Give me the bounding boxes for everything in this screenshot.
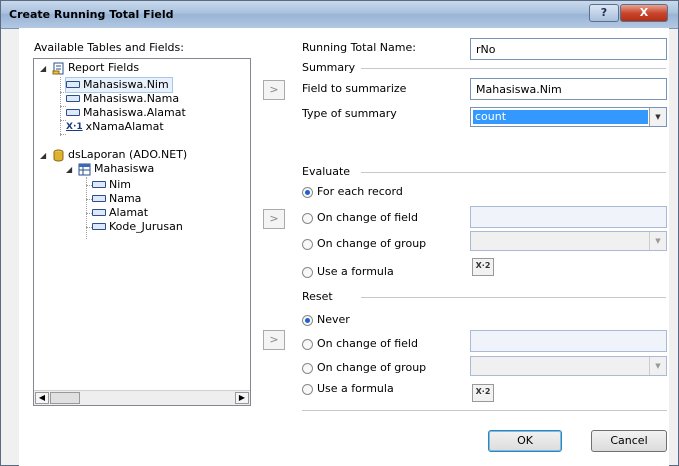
- help-button[interactable]: ?: [589, 4, 619, 22]
- running-total-dialog: Create Running Total Field ? X Available…: [0, 0, 679, 466]
- reset-never-radio[interactable]: [302, 315, 313, 326]
- tree-item-mahasiswa-nama[interactable]: Mahasiswa.Nama: [66, 92, 179, 106]
- reset-change-of-field-label: On change of field: [317, 337, 418, 350]
- tree-node-label: Report Fields: [68, 61, 140, 74]
- tree-node-label: Mahasiswa: [94, 162, 155, 175]
- chevron-down-icon[interactable]: ▼: [649, 108, 666, 126]
- ok-button[interactable]: OK: [488, 430, 562, 452]
- evaluate-for-each-record-label: For each record: [317, 185, 403, 198]
- tree-item-xnamaalamat[interactable]: X·1 xNamaAlamat: [66, 120, 164, 134]
- field-icon: [92, 222, 106, 230]
- tree-item-label: Alamat: [109, 206, 149, 219]
- reset-formula-icon[interactable]: X·2: [472, 384, 494, 402]
- tree-node-label: dsLaporan (ADO.NET): [68, 148, 188, 161]
- field-icon: [92, 194, 106, 202]
- tree-item-label: Nama: [109, 192, 142, 205]
- type-of-summary-value: count: [473, 110, 648, 124]
- cancel-button[interactable]: Cancel: [591, 430, 667, 452]
- add-reset-field-button[interactable]: >: [263, 330, 285, 350]
- tree-item-mahasiswa-nim[interactable]: Mahasiswa.Nim: [65, 77, 173, 93]
- database-icon: [53, 149, 64, 161]
- field-icon: [92, 208, 106, 216]
- close-button[interactable]: X: [620, 4, 668, 22]
- summary-divider: [361, 68, 666, 69]
- collapse-arrow-icon[interactable]: ◢: [40, 64, 46, 73]
- tree-item-label: Nim: [109, 178, 131, 191]
- running-total-name-label: Running Total Name:: [302, 41, 416, 54]
- field-to-summarize-label: Field to summarize: [302, 82, 407, 95]
- tree-node-report-fields[interactable]: Report Fields: [52, 61, 139, 75]
- add-evaluate-field-button[interactable]: >: [263, 209, 285, 229]
- fields-tree[interactable]: ◢ Report Fields Mahasiswa.Nim Mahasiswa.…: [33, 58, 251, 406]
- reset-group-select[interactable]: ▼: [470, 356, 667, 376]
- evaluate-field-input[interactable]: [470, 206, 667, 228]
- scroll-right-icon[interactable]: ▶: [235, 392, 249, 404]
- tree-item-label: Mahasiswa.Nim: [83, 78, 169, 91]
- title-bar: Create Running Total Field ? X: [1, 1, 678, 29]
- field-icon: [66, 108, 80, 116]
- evaluate-for-each-record-radio[interactable]: [302, 187, 313, 198]
- add-summary-field-button[interactable]: >: [263, 80, 285, 100]
- field-to-summarize-input[interactable]: Mahasiswa.Nim: [470, 78, 667, 100]
- reset-section-label: Reset: [302, 290, 333, 303]
- tree-item-nim[interactable]: Nim: [92, 178, 131, 192]
- tree-node-dataset[interactable]: dsLaporan (ADO.NET): [52, 148, 187, 162]
- window-title: Create Running Total Field: [9, 8, 174, 21]
- tree-node-table-mahasiswa[interactable]: Mahasiswa: [78, 162, 154, 176]
- reset-divider: [361, 297, 666, 298]
- bottom-divider: [302, 410, 667, 411]
- tree-item-alamat[interactable]: Alamat: [92, 206, 148, 220]
- evaluate-change-of-field-radio[interactable]: [302, 213, 313, 224]
- reset-change-of-group-radio[interactable]: [302, 363, 313, 374]
- reset-change-of-group-label: On change of group: [317, 361, 427, 374]
- evaluate-use-formula-radio[interactable]: [302, 267, 313, 278]
- type-of-summary-select[interactable]: count ▼: [470, 107, 667, 127]
- tree-connector: [86, 177, 87, 239]
- evaluate-formula-icon[interactable]: X·2: [472, 258, 494, 276]
- reset-use-formula-radio[interactable]: [302, 384, 313, 395]
- table-icon: [78, 163, 91, 175]
- collapse-arrow-icon[interactable]: ◢: [40, 151, 46, 160]
- formula-field-icon: X·1: [66, 122, 83, 132]
- evaluate-change-of-field-label: On change of field: [317, 211, 418, 224]
- reset-never-label: Never: [317, 313, 350, 326]
- tree-item-label: xNamaAlamat: [85, 120, 164, 133]
- collapse-arrow-icon[interactable]: ◢: [66, 165, 72, 174]
- tree-item-label: Mahasiswa.Nama: [83, 92, 180, 105]
- report-icon: [52, 62, 64, 74]
- evaluate-change-of-group-label: On change of group: [317, 237, 427, 250]
- running-total-name-input[interactable]: rNo: [470, 38, 667, 60]
- scrollbar-thumb[interactable]: [50, 392, 80, 404]
- evaluate-change-of-group-radio[interactable]: [302, 239, 313, 250]
- tree-item-label: Kode_Jurusan: [109, 220, 183, 233]
- tree-connector: [60, 134, 66, 135]
- field-icon: [66, 80, 80, 88]
- evaluate-use-formula-label: Use a formula: [317, 265, 394, 278]
- evaluate-section-label: Evaluate: [302, 165, 351, 178]
- summary-section-label: Summary: [302, 61, 356, 74]
- field-icon: [92, 180, 106, 188]
- horizontal-scrollbar[interactable]: ◀ ▶: [34, 390, 250, 405]
- tree-item-kode-jurusan[interactable]: Kode_Jurusan: [92, 220, 183, 234]
- tree-item-label: Mahasiswa.Alamat: [83, 106, 186, 119]
- scroll-left-icon[interactable]: ◀: [35, 392, 49, 404]
- reset-change-of-field-radio[interactable]: [302, 339, 313, 350]
- chevron-down-icon[interactable]: ▼: [649, 357, 666, 375]
- evaluate-group-select[interactable]: ▼: [470, 231, 667, 251]
- tree-item-mahasiswa-alamat[interactable]: Mahasiswa.Alamat: [66, 106, 186, 120]
- field-icon: [66, 94, 80, 102]
- chevron-down-icon[interactable]: ▼: [649, 232, 666, 250]
- reset-use-formula-label: Use a formula: [317, 382, 394, 395]
- tree-item-nama[interactable]: Nama: [92, 192, 141, 206]
- evaluate-divider: [361, 172, 666, 173]
- available-fields-label: Available Tables and Fields:: [34, 41, 184, 54]
- reset-field-input[interactable]: [470, 330, 667, 352]
- type-of-summary-label: Type of summary: [302, 107, 397, 120]
